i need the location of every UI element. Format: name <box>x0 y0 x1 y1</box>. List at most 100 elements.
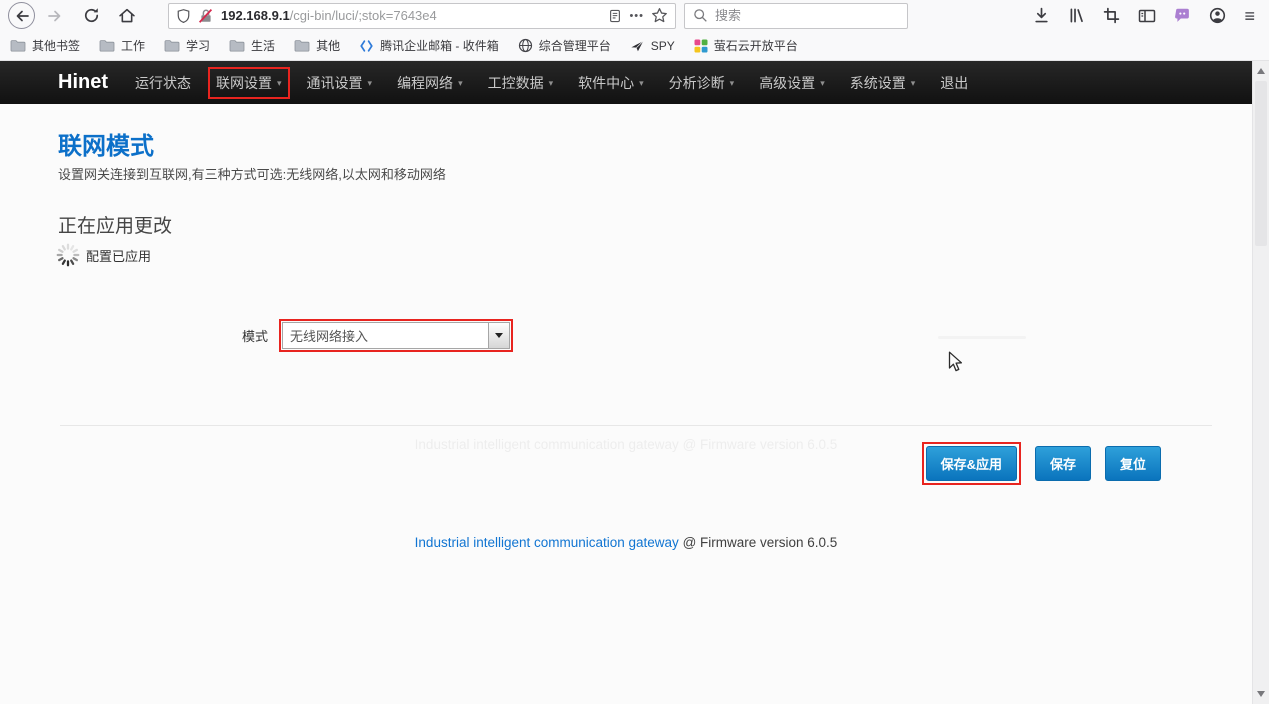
url-path: /cgi-bin/luci/;stok=7643e4 <box>290 8 437 23</box>
status-row: 配置已应用 <box>55 242 151 268</box>
folder-icon <box>294 39 310 52</box>
search-icon <box>693 8 708 23</box>
chevron-down-icon: ▾ <box>277 76 282 89</box>
status-message: 配置已应用 <box>86 246 151 265</box>
account-icon[interactable] <box>1209 7 1226 24</box>
folder-icon <box>164 39 180 52</box>
nav-item-programming-network[interactable]: 编程网络 ▾ <box>397 73 463 93</box>
bookmark-folder-misc[interactable]: 其他 <box>294 37 340 54</box>
chat-bubble-icon[interactable] <box>1174 7 1191 24</box>
chevron-down-icon: ▾ <box>730 76 735 89</box>
bookmark-folder-life[interactable]: 生活 <box>229 37 275 54</box>
mode-select-value: 无线网络接入 <box>283 323 488 348</box>
bookmark-folder-study[interactable]: 学习 <box>164 37 210 54</box>
bookmark-folder-work[interactable]: 工作 <box>99 37 145 54</box>
spinner-icon <box>55 242 81 268</box>
bookmark-folder-other-bookmarks[interactable]: 其他书签 <box>10 37 80 54</box>
folder-icon <box>99 39 115 52</box>
back-arrow-icon <box>14 8 30 24</box>
reset-button[interactable]: 复位 <box>1105 446 1161 481</box>
nav-item-logout[interactable]: 退出 <box>940 73 968 93</box>
nav-item-advanced-settings[interactable]: 高级设置 ▾ <box>759 73 825 93</box>
forward-arrow-icon <box>47 8 63 24</box>
download-icon[interactable] <box>1033 7 1050 24</box>
button-row: 保存&应用 保存 复位 <box>922 442 1161 485</box>
folder-icon <box>229 39 245 52</box>
page-actions-icon[interactable]: ••• <box>629 10 644 22</box>
save-apply-button[interactable]: 保存&应用 <box>926 446 1017 481</box>
chevron-down-icon: ▾ <box>820 76 825 89</box>
bookmark-management-platform[interactable]: 综合管理平台 <box>518 37 611 54</box>
bookmark-tencent-mail[interactable]: 腾讯企业邮箱 - 收件箱 <box>359 37 499 54</box>
search-box[interactable] <box>684 3 908 29</box>
back-button[interactable] <box>8 2 35 29</box>
bookmark-label: 其他 <box>316 37 340 54</box>
bookmarks-bar: 其他书签 工作 学习 生活 其他 腾讯企业邮箱 - 收件箱 综合管理平台 SPY… <box>0 31 1269 61</box>
page-title: 联网模式 <box>58 126 154 161</box>
chevron-down-icon: ▾ <box>368 76 373 89</box>
nav-item-system-settings[interactable]: 系统设置 ▾ <box>850 73 916 93</box>
sidebar-toggle-icon[interactable] <box>1138 8 1156 24</box>
home-icon <box>118 7 136 24</box>
ghost-dash <box>938 336 1026 339</box>
page-description: 设置网关连接到互联网,有三种方式可选:无线网络,以太网和移动网络 <box>58 164 446 183</box>
tracking-shield-icon[interactable] <box>176 8 191 24</box>
footer-version: @ Firmware version 6.0.5 <box>679 535 838 550</box>
dropdown-arrow-button[interactable] <box>488 323 509 348</box>
scrollbar-down-arrow-icon[interactable] <box>1257 691 1265 697</box>
mode-form-row: 模式 无线网络接入 <box>58 319 513 352</box>
mouse-cursor <box>948 351 964 373</box>
nav-item-analysis-diagnosis[interactable]: 分析诊断 ▾ <box>669 73 735 93</box>
hamburger-menu-icon[interactable]: ≡ <box>1244 7 1255 25</box>
scrollbar-up-arrow-icon[interactable] <box>1257 68 1265 74</box>
page-footer: Industrial intelligent communication gat… <box>0 535 1252 550</box>
mode-label: 模式 <box>58 326 268 345</box>
folder-icon <box>10 39 26 52</box>
save-button[interactable]: 保存 <box>1035 446 1091 481</box>
chevron-down-icon: ▾ <box>549 76 554 89</box>
scrollbar-thumb[interactable] <box>1255 81 1267 246</box>
bookmark-label: 学习 <box>186 37 210 54</box>
url-text: 192.168.9.1/cgi-bin/luci/;stok=7643e4 <box>221 8 601 23</box>
nav-item-industrial-data[interactable]: 工控数据 ▾ <box>488 73 554 93</box>
dropdown-arrow-icon <box>495 333 503 338</box>
nav-item-network-settings[interactable]: 联网设置 ▾ <box>208 67 290 99</box>
vertical-scrollbar[interactable] <box>1252 61 1269 704</box>
bookmark-ezviz-platform[interactable]: 萤石云开放平台 <box>694 37 798 54</box>
browser-toolbar: 192.168.9.1/cgi-bin/luci/;stok=7643e4 ••… <box>0 0 1269 31</box>
mail-icon <box>359 39 374 53</box>
forward-button[interactable] <box>47 8 63 24</box>
reader-view-icon[interactable] <box>608 8 622 24</box>
app-navbar: Hinet 运行状态 联网设置 ▾ 通讯设置 ▾ 编程网络 ▾ 工控数据 ▾ 软… <box>0 61 1269 104</box>
home-button[interactable] <box>118 7 136 24</box>
nav-item-software-center[interactable]: 软件中心 ▾ <box>578 73 644 93</box>
chevron-down-icon: ▾ <box>911 76 916 89</box>
bookmark-label: 工作 <box>121 37 145 54</box>
highlight-box: 保存&应用 <box>922 442 1021 485</box>
search-input[interactable] <box>715 8 899 23</box>
url-host: 192.168.9.1 <box>221 8 290 23</box>
library-icon[interactable] <box>1068 7 1085 24</box>
bookmark-label: 腾讯企业邮箱 - 收件箱 <box>380 37 499 54</box>
bookmark-label: 综合管理平台 <box>539 37 611 54</box>
nav-item-comm-settings[interactable]: 通讯设置 ▾ <box>307 73 373 93</box>
divider <box>60 425 1212 426</box>
brand-logo[interactable]: Hinet <box>58 71 108 94</box>
globe-icon <box>518 38 533 53</box>
bookmark-label: 萤石云开放平台 <box>714 37 798 54</box>
footer-link[interactable]: Industrial intelligent communication gat… <box>415 535 679 550</box>
plane-icon <box>630 39 645 53</box>
nav-item-running-status[interactable]: 运行状态 <box>135 73 191 93</box>
mode-select[interactable]: 无线网络接入 <box>282 322 510 349</box>
screenshot-icon[interactable] <box>1103 7 1120 24</box>
insecure-lock-icon[interactable] <box>198 8 214 24</box>
color-grid-icon <box>694 39 708 53</box>
bookmark-label: SPY <box>651 39 675 53</box>
bookmark-star-icon[interactable] <box>651 7 668 24</box>
bookmark-spy[interactable]: SPY <box>630 39 675 53</box>
reload-button[interactable] <box>83 7 100 24</box>
reload-icon <box>83 7 100 24</box>
bookmark-label: 生活 <box>251 37 275 54</box>
url-bar[interactable]: 192.168.9.1/cgi-bin/luci/;stok=7643e4 ••… <box>168 3 676 29</box>
page-content: 联网模式 设置网关连接到互联网,有三种方式可选:无线网络,以太网和移动网络 正在… <box>0 104 1252 704</box>
